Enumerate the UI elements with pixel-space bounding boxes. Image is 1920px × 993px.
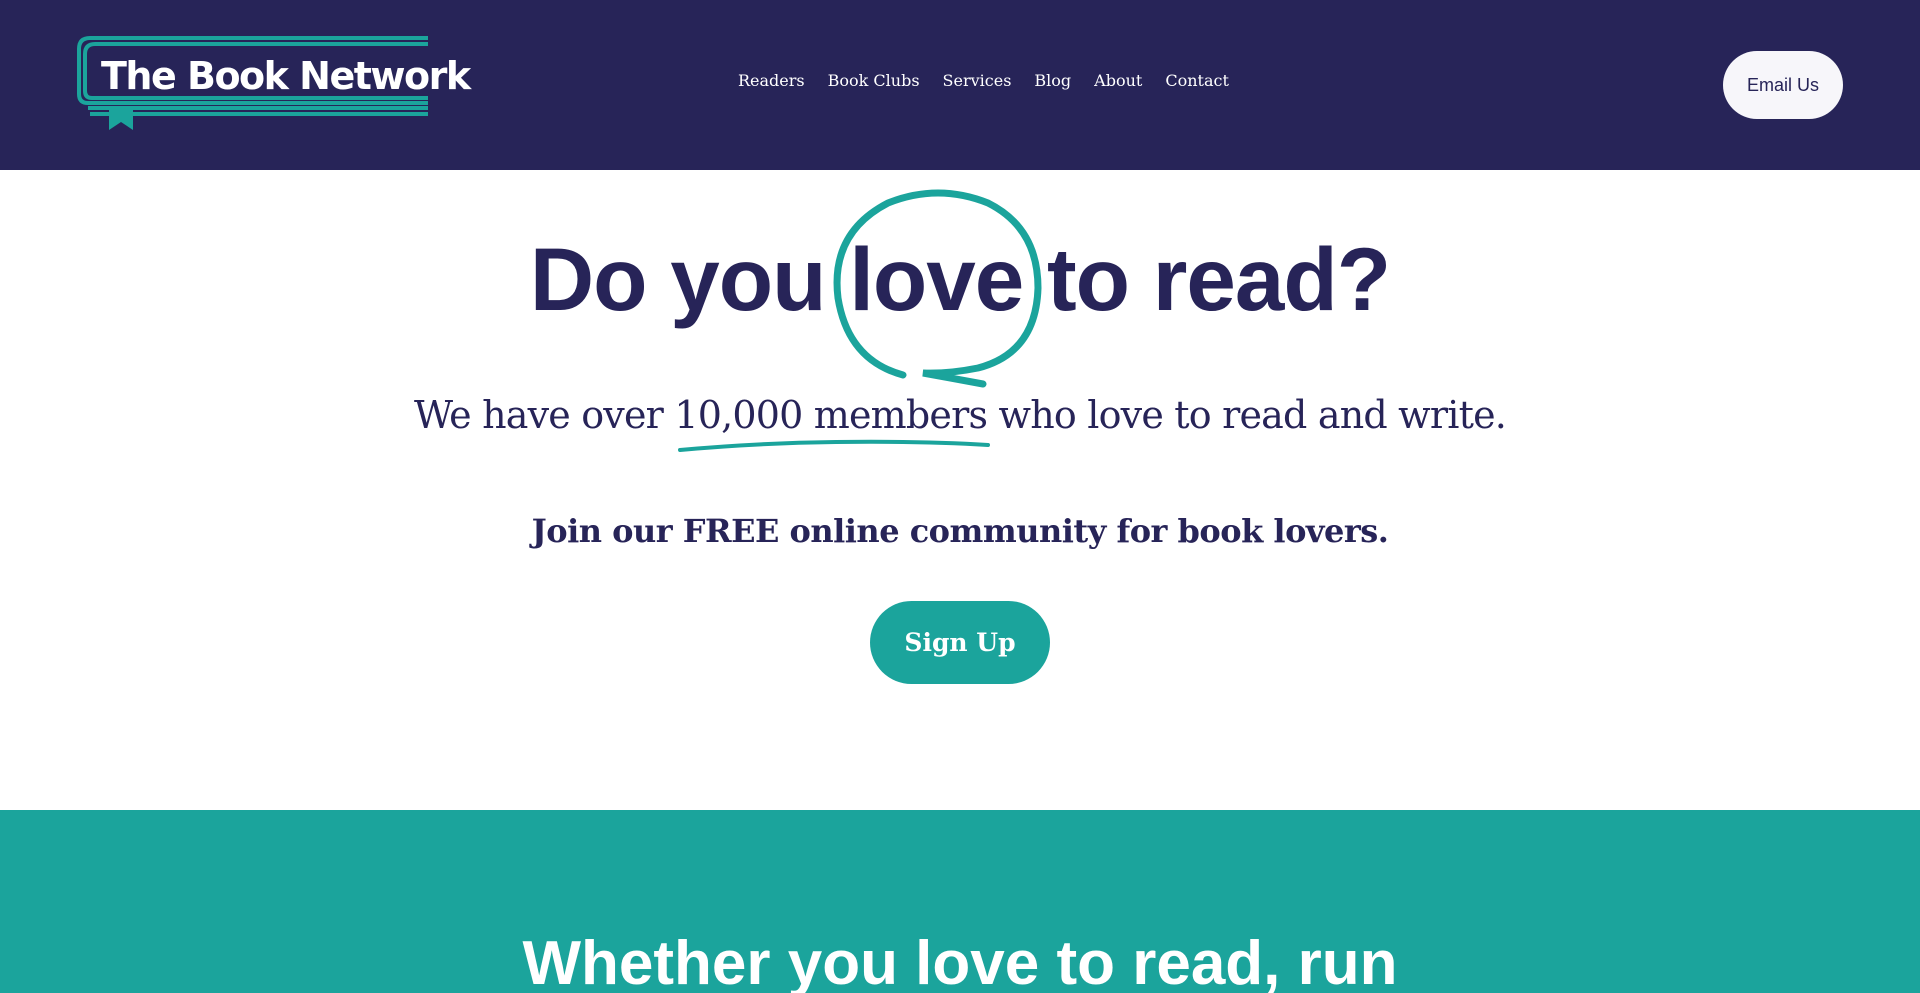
teal-band: Whether you love to read, run (0, 810, 1920, 993)
logo[interactable]: The Book Network (76, 36, 471, 132)
email-us-button[interactable]: Email Us (1723, 51, 1843, 119)
sign-up-button[interactable]: Sign Up (870, 601, 1050, 684)
main-nav: Readers Book Clubs Services Blog About C… (738, 71, 1229, 90)
sub-after: who love to read and write. (987, 393, 1507, 437)
nav-item-readers[interactable]: Readers (738, 71, 805, 90)
nav-item-about[interactable]: About (1094, 71, 1142, 90)
site-header: The Book Network Readers Book Clubs Serv… (0, 0, 1920, 170)
join-text: Join our FREE online community for book … (531, 512, 1389, 550)
nav-item-book-clubs[interactable]: Book Clubs (828, 71, 920, 90)
logo-text: The Book Network (101, 54, 471, 98)
band-title: Whether you love to read, run (522, 929, 1398, 993)
sub-before: We have over (413, 393, 675, 437)
underline-scribble-icon (678, 439, 990, 452)
members-subtitle: We have over 10,000 members who love to … (0, 393, 1920, 437)
nav-item-services[interactable]: Services (943, 71, 1012, 90)
hero-title-before: Do you (529, 229, 850, 329)
hero-title: Do you love to read? (0, 228, 1920, 331)
hero-title-after: to read? (1023, 229, 1391, 329)
hero-title-highlight: love (849, 229, 1024, 329)
nav-item-contact[interactable]: Contact (1165, 71, 1229, 90)
members-count: 10,000 members (674, 393, 988, 437)
nav-item-blog[interactable]: Blog (1034, 71, 1071, 90)
